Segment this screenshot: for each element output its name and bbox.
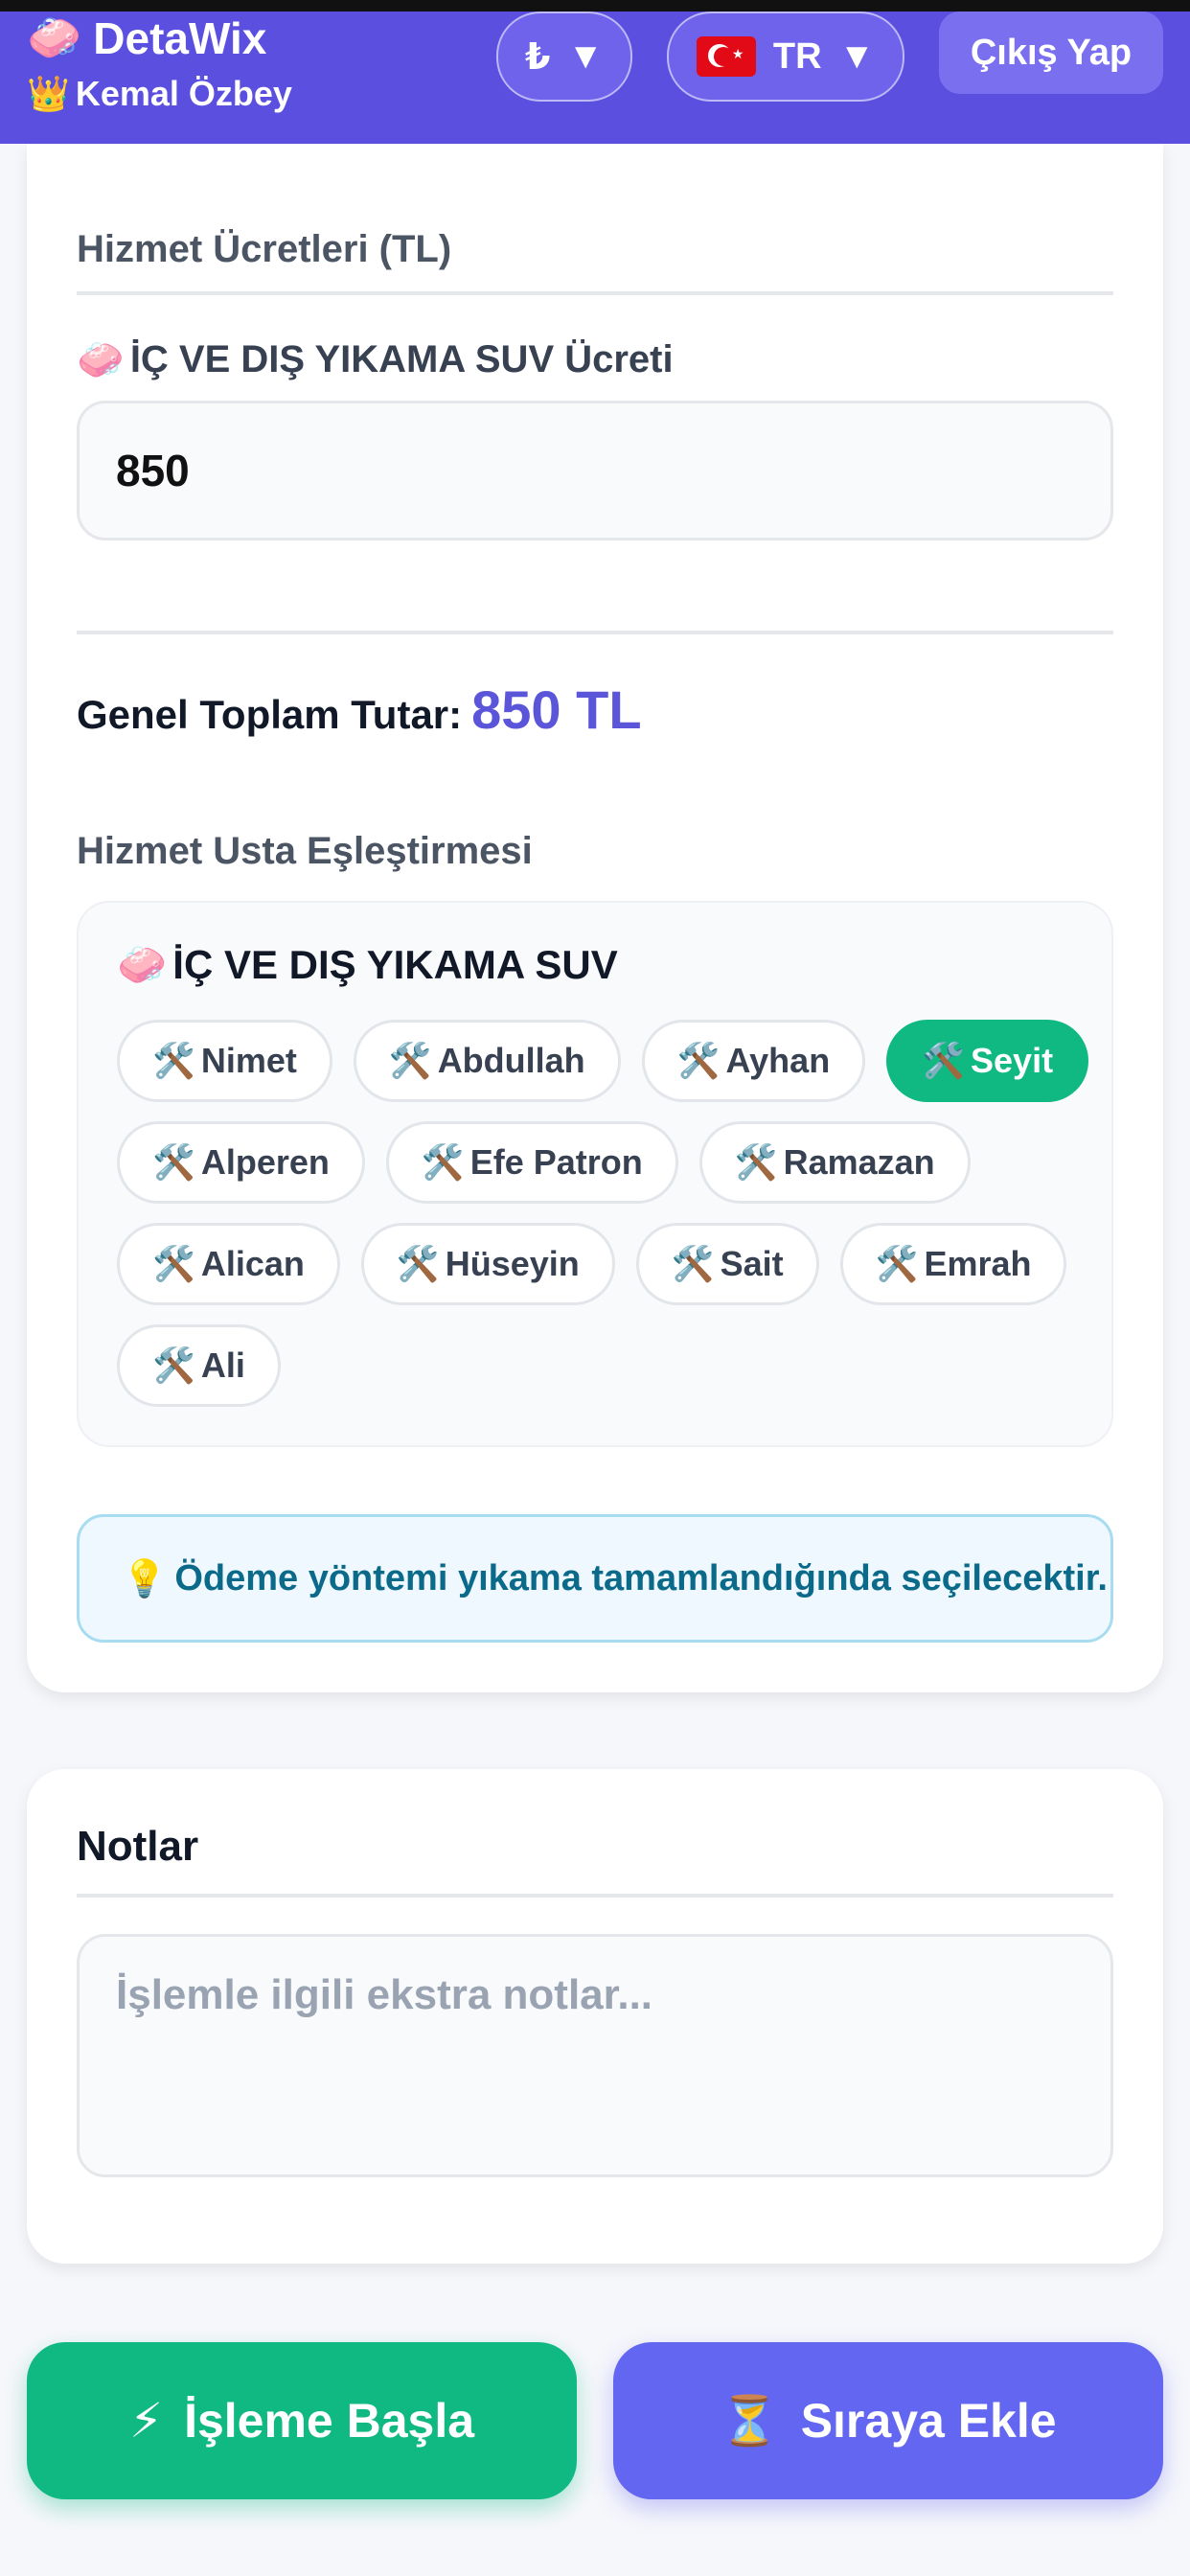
master-chip-abdullah[interactable]: 🛠️ Abdullah [353,1020,621,1102]
start-process-button[interactable]: ⚡ İşleme Başla [27,2342,577,2499]
total-label: Genel Toplam Tutar: [77,692,463,737]
master-chip-efe-patron[interactable]: 🛠️ Efe Patron [385,1121,678,1204]
master-chip-alperen[interactable]: 🛠️ Alperen [117,1121,365,1204]
tools-icon: 🛠️ [676,1042,721,1081]
master-chip-emrah[interactable]: 🛠️ Emrah [839,1223,1067,1305]
hourglass-icon: ⏳ [720,2392,780,2449]
tools-icon: 🛠️ [671,1245,715,1284]
currency-symbol: ₺ [524,36,551,78]
master-chip-ali[interactable]: 🛠️ Ali [117,1324,281,1407]
notes-title: Notlar [77,1823,199,1870]
add-to-queue-button[interactable]: ⏳ Sıraya Ekle [613,2342,1163,2499]
soap-icon: 🧼 [27,12,82,63]
soap-icon: 🧼 [77,338,125,382]
master-chip-huseyin[interactable]: 🛠️ Hüseyin [360,1223,615,1305]
brand-title: DetaWix [93,12,267,63]
master-chip-alican[interactable]: 🛠️ Alican [117,1223,340,1305]
tools-icon: 🛠️ [152,1346,195,1386]
crown-icon: 👑 [27,75,70,114]
matching-service-name: 🧼 İÇ VE DIŞ YIKAMA SUV [117,941,618,988]
master-chip-sait[interactable]: 🛠️ Sait [635,1223,819,1305]
master-chip-ayhan[interactable]: 🛠️ Ayhan [641,1020,866,1102]
turkey-flag-icon: ★ [696,36,756,77]
divider [77,291,1113,295]
tools-icon: 🛠️ [152,1042,195,1081]
service-card: Hizmet Ücretleri (TL) 🧼 İÇ VE DIŞ YIKAMA… [27,144,1163,1692]
master-chip-nimet[interactable]: 🛠️ Nimet [117,1020,332,1102]
tools-icon: 🛠️ [388,1042,432,1081]
status-bar [0,0,1190,12]
tools-icon: 🛠️ [875,1245,919,1284]
divider [77,631,1113,634]
tools-icon: 🛠️ [152,1143,195,1183]
tools-icon: 🛠️ [152,1245,195,1284]
app-header: 🧼 DetaWix 👑 Kemal Özbey ₺ ▼ ★ TR ▼ Çıkış… [0,12,1190,144]
tools-icon: 🛠️ [734,1143,778,1183]
currency-selector[interactable]: ₺ ▼ [496,12,632,102]
price-label: 🧼 İÇ VE DIŞ YIKAMA SUV Ücreti [77,338,674,382]
lightning-icon: ⚡ [128,2393,164,2449]
matching-title: Hizmet Usta Eşleştirmesi [77,830,533,872]
lightbulb-icon: 💡 [122,1556,168,1599]
language-selector[interactable]: ★ TR ▼ [667,12,904,102]
service-fees-title: Hizmet Ücretleri (TL) [77,228,452,270]
divider [77,1894,1113,1898]
language-code: TR [772,35,822,77]
payment-info-box: 💡 Ödeme yöntemi yıkama tamamlandığında s… [77,1514,1113,1643]
matching-box: 🧼 İÇ VE DIŞ YIKAMA SUV 🛠️ Nimet 🛠️ Abdulla… [77,901,1113,1447]
master-chip-seyit[interactable]: 🛠️ Seyit [886,1020,1089,1102]
logout-button[interactable]: Çıkış Yap [939,12,1163,94]
user-name: Kemal Özbey [75,74,292,113]
master-chip-ramazan[interactable]: 🛠️ Ramazan [698,1121,971,1204]
total-row: Genel Toplam Tutar: 850 TL [77,678,642,741]
price-input[interactable]: 850 [77,401,1113,540]
notes-card: Notlar [27,1769,1163,2264]
brand: 🧼 DetaWix 👑 Kemal Özbey [27,12,292,114]
tools-icon: 🛠️ [396,1245,440,1284]
total-value: 850 TL [471,679,642,740]
tools-icon: 🛠️ [421,1143,465,1183]
chevron-down-icon: ▼ [838,35,876,77]
tools-icon: 🛠️ [922,1042,966,1081]
notes-input[interactable] [77,1934,1113,2177]
chevron-down-icon: ▼ [567,35,605,77]
master-chips: 🛠️ Nimet 🛠️ Abdullah 🛠️ Ayhan 🛠️ Seyit 🛠️ Alp… [117,1020,1089,1426]
soap-icon: 🧼 [117,941,168,988]
